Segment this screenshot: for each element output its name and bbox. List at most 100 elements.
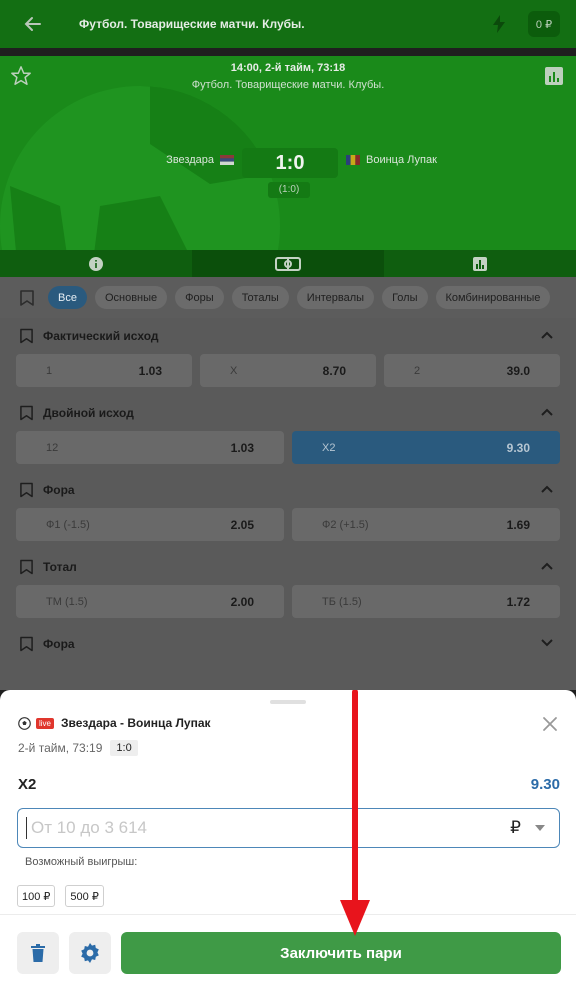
home-team[interactable]: Звездара bbox=[166, 154, 234, 166]
filter-chip[interactable]: Все bbox=[48, 286, 87, 309]
close-icon[interactable] bbox=[542, 716, 558, 732]
market-title: Фора bbox=[43, 637, 75, 651]
tab-field[interactable] bbox=[192, 250, 384, 277]
info-tabs bbox=[0, 250, 576, 277]
odd-button[interactable]: 2 39.0 bbox=[384, 354, 560, 387]
betslip-event-name: Звездара - Воинца Лупак bbox=[61, 716, 211, 730]
currency-symbol: ₽ bbox=[510, 818, 521, 837]
place-bet-button[interactable]: Заключить пари bbox=[121, 932, 561, 974]
market-title: Тотал bbox=[43, 560, 77, 574]
chevron-down-icon[interactable] bbox=[540, 638, 554, 648]
market-double-chance: Двойной исход 12 1.03 X2 9.30 bbox=[0, 395, 576, 464]
quick-stake-500[interactable]: 500 ₽ bbox=[65, 885, 104, 907]
quick-bet-button[interactable] bbox=[484, 9, 514, 39]
live-badge: live bbox=[36, 717, 55, 729]
market-filter-bar: Все Основные Форы Тоталы Интервалы Голы Комбин… bbox=[0, 277, 576, 318]
market-header[interactable]: Тотал bbox=[16, 549, 560, 585]
serbia-flag-icon bbox=[220, 155, 234, 165]
scoreboard: 14:00, 2-й тайм, 73:18 Футбол. Товарищес… bbox=[0, 56, 576, 250]
odd-value: 9.30 bbox=[506, 440, 530, 455]
quick-stakes: 100 ₽ 500 ₽ bbox=[17, 885, 104, 907]
odd-button[interactable]: Ф2 (+1.5) 1.69 bbox=[292, 508, 560, 541]
betslip-event: live Звездара - Воинца Лупак bbox=[18, 716, 211, 730]
market-total: Тотал ТМ (1.5) 2.00 ТБ (1.5) 1.72 bbox=[0, 549, 576, 618]
balance-badge[interactable]: 0 ₽ bbox=[528, 11, 560, 37]
bookmark-icon[interactable] bbox=[20, 482, 33, 498]
odd-button-selected[interactable]: X2 9.30 bbox=[292, 431, 560, 464]
stake-field[interactable]: ₽ bbox=[17, 808, 560, 848]
romania-flag-icon bbox=[346, 155, 360, 165]
chevron-up-icon[interactable] bbox=[540, 561, 554, 571]
odd-value: 8.70 bbox=[322, 363, 346, 378]
tab-info[interactable] bbox=[0, 250, 192, 277]
gear-icon bbox=[81, 943, 99, 963]
bookmark-icon[interactable] bbox=[20, 289, 34, 306]
chevron-up-icon[interactable] bbox=[540, 407, 554, 417]
filter-chip[interactable]: Основные bbox=[94, 286, 168, 309]
bookmark-icon[interactable] bbox=[20, 636, 33, 652]
bet-settings-button[interactable] bbox=[69, 932, 111, 974]
odd-button[interactable]: Ф1 (-1.5) 2.05 bbox=[16, 508, 284, 541]
away-team[interactable]: Воинца Лупак bbox=[346, 154, 437, 166]
market-title: Фора bbox=[43, 483, 75, 497]
teams-row: Звездара 1:0 Воинца Лупак bbox=[0, 148, 576, 180]
betslip-score: 1:0 bbox=[110, 740, 138, 756]
markets-list: Фактический исход 1 1.03 X 8.70 2 39.0 Двой… bbox=[0, 318, 576, 690]
chevron-up-icon[interactable] bbox=[540, 484, 554, 494]
back-button[interactable] bbox=[0, 0, 64, 48]
bookmark-icon[interactable] bbox=[20, 405, 33, 421]
market-header[interactable]: Фора bbox=[16, 472, 560, 508]
odd-label: 1 bbox=[46, 364, 53, 377]
home-team-name: Звездара bbox=[166, 154, 214, 166]
away-team-name: Воинца Лупак bbox=[366, 154, 437, 166]
odd-button[interactable]: ТМ (1.5) 2.00 bbox=[16, 585, 284, 618]
odd-value: 39.0 bbox=[506, 363, 530, 378]
tab-stats[interactable] bbox=[384, 250, 576, 277]
market-header[interactable]: Фактический исход bbox=[16, 318, 560, 354]
delete-bet-button[interactable] bbox=[17, 932, 59, 974]
odd-label: X bbox=[230, 364, 238, 377]
odd-label: ТМ (1.5) bbox=[46, 595, 88, 608]
soccer-ball-icon bbox=[18, 716, 31, 730]
odd-button[interactable]: ТБ (1.5) 1.72 bbox=[292, 585, 560, 618]
market-actual-outcome: Фактический исход 1 1.03 X 8.70 2 39.0 bbox=[0, 318, 576, 387]
odd-value: 2.05 bbox=[230, 517, 254, 532]
chevron-down-icon[interactable] bbox=[535, 825, 545, 831]
filter-chip[interactable]: Тоталы bbox=[231, 286, 289, 309]
sheet-drag-handle[interactable] bbox=[270, 700, 306, 704]
match-time: 14:00, 2-й тайм, 73:18 bbox=[230, 62, 346, 74]
bookmark-icon[interactable] bbox=[20, 559, 33, 575]
match-score: 1:0 bbox=[242, 148, 338, 178]
filter-chip[interactable]: Комбинированные bbox=[435, 286, 551, 309]
odd-value: 2.00 bbox=[230, 594, 254, 609]
filter-chip[interactable]: Интервалы bbox=[296, 286, 375, 309]
market-handicap: Фора Ф1 (-1.5) 2.05 Ф2 (+1.5) 1.69 bbox=[0, 472, 576, 541]
filter-chip[interactable]: Форы bbox=[175, 286, 224, 309]
odd-label: ТБ (1.5) bbox=[322, 595, 362, 608]
odd-button[interactable]: 12 1.03 bbox=[16, 431, 284, 464]
chevron-up-icon[interactable] bbox=[540, 330, 554, 340]
odd-value: 1.03 bbox=[230, 440, 254, 455]
market-header[interactable]: Фора bbox=[16, 626, 560, 662]
betslip-sheet: live Звездара - Воинца Лупак 2-й тайм, 7… bbox=[0, 690, 576, 988]
market-header[interactable]: Двойной исход bbox=[16, 395, 560, 431]
filter-chip[interactable]: Голы bbox=[382, 286, 428, 309]
odd-button[interactable]: X 8.70 bbox=[200, 354, 376, 387]
market-title: Двойной исход bbox=[43, 406, 134, 420]
betslip-period: 2-й тайм, 73:19 1:0 bbox=[18, 740, 138, 756]
odd-label: 12 bbox=[46, 441, 59, 454]
quick-stake-100[interactable]: 100 ₽ bbox=[17, 885, 56, 907]
half-time-score: (1:0) bbox=[268, 182, 310, 198]
arrow-left-icon bbox=[24, 17, 41, 31]
odd-label: Ф1 (-1.5) bbox=[46, 518, 90, 531]
betslip-period-text: 2-й тайм, 73:19 bbox=[18, 741, 103, 755]
stake-input[interactable] bbox=[31, 818, 511, 838]
market-title: Фактический исход bbox=[43, 329, 159, 343]
app-header: Футбол. Товарищеские матчи. Клубы. 0 ₽ bbox=[0, 0, 576, 48]
bar-chart-icon bbox=[473, 256, 487, 271]
field-icon bbox=[275, 256, 301, 271]
divider bbox=[0, 914, 576, 915]
bookmark-icon[interactable] bbox=[20, 328, 33, 344]
odd-button[interactable]: 1 1.03 bbox=[16, 354, 192, 387]
odd-label: Ф2 (+1.5) bbox=[322, 518, 369, 531]
